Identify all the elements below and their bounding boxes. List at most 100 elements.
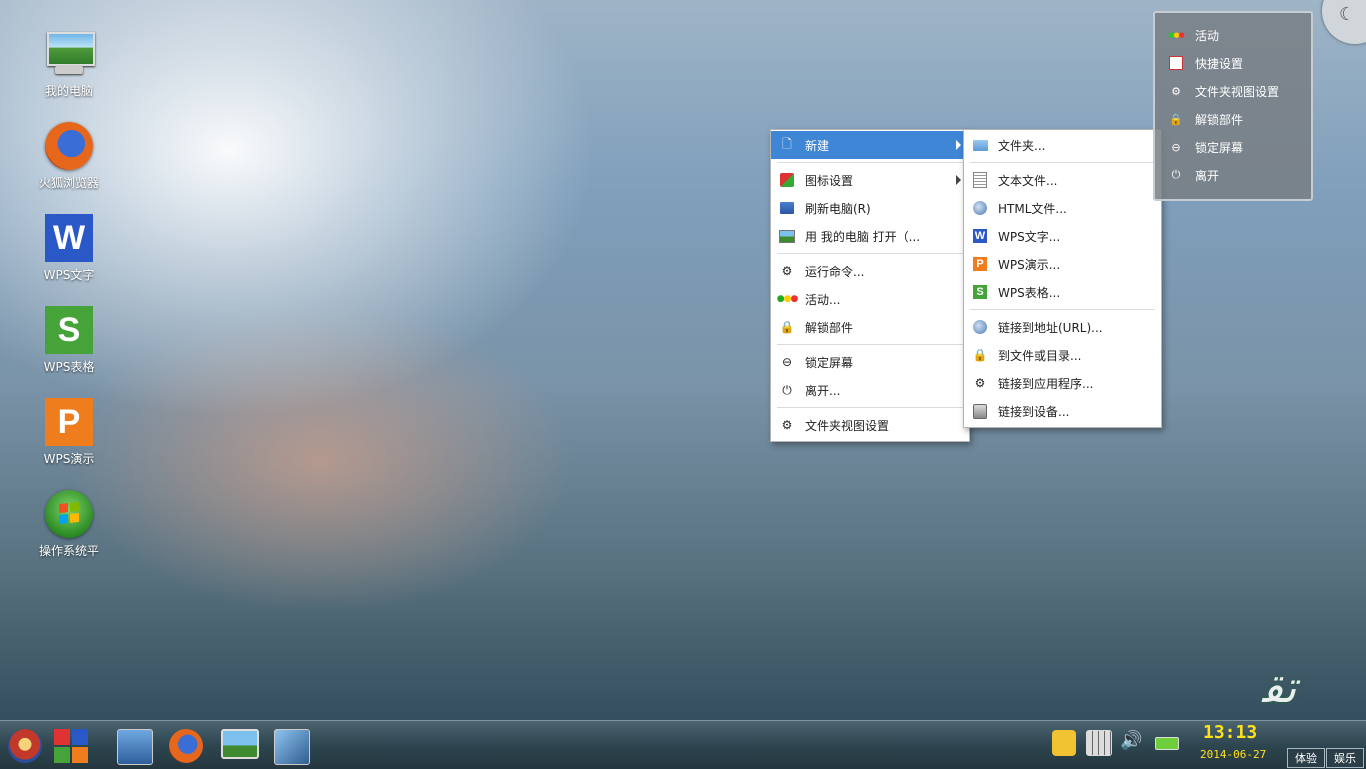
activity-dots-icon: ● ● ● — [776, 294, 799, 304]
submenu-item-folder[interactable]: 文件夹... — [964, 131, 1161, 159]
tray-lock-icon[interactable] — [1052, 730, 1076, 756]
computer-icon — [45, 30, 95, 78]
submenu-item-wps-presentation[interactable]: P WPS演示... — [964, 250, 1161, 278]
submenu-item-label: HTML文件... — [998, 201, 1067, 216]
menu-item-folder-view-settings[interactable]: ⚙ 文件夹视图设置 — [771, 411, 969, 439]
monitor-icon — [779, 228, 795, 244]
toolbox-corner-button[interactable]: ☾ — [1322, 0, 1366, 44]
panel-item-leave[interactable]: ⏻ 离开 — [1169, 161, 1311, 189]
panel-item-label: 快捷设置 — [1195, 56, 1244, 71]
folder-icon — [972, 137, 988, 153]
menu-item-label: 离开... — [805, 383, 841, 398]
panel-item-quick-settings[interactable]: 快捷设置 — [1169, 49, 1311, 77]
lock-icon: 🔒 — [1169, 112, 1183, 126]
menu-item-new[interactable]: 🗋 新建 — [771, 131, 969, 159]
panel-item-label: 锁定屏幕 — [1195, 140, 1244, 155]
menu-separator — [970, 162, 1155, 163]
submenu-item-html-file[interactable]: HTML文件... — [964, 194, 1161, 222]
menu-item-icon-settings[interactable]: 图标设置 — [771, 166, 969, 194]
firefox-icon — [45, 122, 93, 170]
submenu-arrow-icon — [956, 175, 961, 185]
menu-item-open-with[interactable]: 用 我的电脑 打开（... — [771, 222, 969, 250]
desktop-icon-my-computer[interactable]: 我的电脑 — [34, 30, 104, 99]
menu-item-activities[interactable]: ● ● ● 活动... — [771, 285, 969, 313]
desktop-icon-wps-spreadsheet[interactable]: S WPS表格 — [34, 306, 104, 375]
tray-volume-icon[interactable]: 🔊 — [1120, 730, 1144, 754]
cashew-icon: ☾ — [1339, 4, 1356, 25]
menu-item-lock-screen[interactable]: ⊖ 锁定屏幕 — [771, 348, 969, 376]
desktop-icon-label: 操作系统平 — [38, 544, 99, 558]
wps-writer-icon: W — [45, 214, 93, 262]
submenu-item-wps-spreadsheet[interactable]: S WPS表格... — [964, 278, 1161, 306]
icon-settings-icon — [779, 172, 795, 188]
globe-icon — [972, 200, 988, 216]
menu-item-label: 刷新电脑(R) — [805, 201, 871, 216]
wps-writer-icon: W — [973, 229, 987, 243]
submenu-item-link-file[interactable]: 🔒 到文件或目录... — [964, 341, 1161, 369]
gear-icon: ⚙ — [1171, 84, 1181, 98]
quick-settings-icon — [1169, 56, 1183, 70]
taskbar-date: 2014-06-27 — [1200, 748, 1267, 761]
menu-item-label: 用 我的电脑 打开（... — [805, 229, 921, 244]
start-menu-button[interactable] — [8, 729, 42, 763]
experience-button[interactable]: 体验 — [1287, 748, 1325, 768]
taskbar-app-firefox[interactable] — [169, 729, 203, 763]
submenu-item-link-url[interactable]: 链接到地址(URL)... — [964, 313, 1161, 341]
desktop-icon-wps-presentation[interactable]: P WPS演示 — [34, 398, 104, 467]
menu-item-run-command[interactable]: ⚙ 运行命令... — [771, 257, 969, 285]
entertainment-button[interactable]: 娱乐 — [1326, 748, 1364, 768]
text-file-icon — [972, 172, 988, 188]
menu-item-refresh[interactable]: 刷新电脑(R) — [771, 194, 969, 222]
wps-presentation-icon: P — [972, 256, 988, 272]
panel-item-label: 离开 — [1195, 168, 1220, 183]
tray-battery-icon[interactable] — [1155, 737, 1179, 750]
desktop-icon-firefox[interactable]: 火狐浏览器 — [34, 122, 104, 191]
desktop-toolbox-panel: ● ● ● 活动 快捷设置 ⚙ 文件夹视图设置 🔒 解锁部件 ⊖ 锁定屏幕 ⏻ 离开 — [1153, 11, 1313, 201]
gear-icon: ⚙ — [974, 376, 986, 390]
gear-icon: ⚙ — [781, 418, 793, 432]
panel-item-folder-view-settings[interactable]: ⚙ 文件夹视图设置 — [1169, 77, 1311, 105]
submenu-item-link-app[interactable]: ⚙ 链接到应用程序... — [964, 369, 1161, 397]
submenu-item-wps-writer[interactable]: W WPS文字... — [964, 222, 1161, 250]
menu-item-label: 活动... — [805, 292, 841, 307]
submenu-item-label: WPS演示... — [998, 257, 1061, 272]
wps-spreadsheet-icon — [54, 747, 70, 763]
tray-keyboard-icon[interactable] — [1086, 730, 1112, 756]
menu-item-unlock-widgets[interactable]: 🔒 解锁部件 — [771, 313, 969, 341]
drive-icon — [972, 403, 988, 419]
menu-item-label: 锁定屏幕 — [805, 355, 854, 370]
globe-icon — [972, 319, 988, 335]
desktop-icon-label: WPS演示 — [43, 452, 95, 466]
wps-quick-launch[interactable] — [54, 729, 88, 763]
submenu-item-label: 链接到地址(URL)... — [998, 320, 1103, 335]
menu-item-leave[interactable]: ⏻ 离开... — [771, 376, 969, 404]
desktop-icon-label: WPS文字 — [43, 268, 95, 282]
wps-close-icon — [54, 729, 70, 745]
lock-icon: 🔒 — [779, 320, 795, 334]
taskbar-app-screenshot[interactable] — [274, 729, 310, 765]
windows-logo-icon — [45, 490, 93, 538]
panel-item-unlock-widgets[interactable]: 🔒 解锁部件 — [1169, 105, 1311, 133]
wps-presentation-icon — [72, 747, 88, 763]
panel-item-lock-screen[interactable]: ⊖ 锁定屏幕 — [1169, 133, 1311, 161]
desktop-icon-label: 我的电脑 — [44, 84, 93, 98]
wps-presentation-icon: P — [45, 398, 93, 446]
taskbar-clock[interactable]: 13:13 — [1203, 722, 1257, 743]
submenu-item-label: 链接到设备... — [998, 404, 1070, 419]
menu-separator — [777, 344, 963, 345]
submenu-item-label: 文本文件... — [998, 173, 1058, 188]
submenu-item-link-device[interactable]: 链接到设备... — [964, 397, 1161, 425]
submenu-item-label: 链接到应用程序... — [998, 376, 1094, 391]
menu-separator — [777, 407, 963, 408]
lock-icon: 🔒 — [972, 348, 988, 362]
menu-item-label: 新建 — [805, 138, 830, 153]
panel-item-label: 解锁部件 — [1195, 112, 1244, 127]
submenu-item-text-file[interactable]: 文本文件... — [964, 166, 1161, 194]
submenu-item-label: WPS表格... — [998, 285, 1061, 300]
taskbar-app-my-computer[interactable] — [221, 729, 259, 759]
desktop-icon-os-platform[interactable]: 操作系统平 — [34, 490, 104, 559]
panel-item-activities[interactable]: ● ● ● 活动 — [1168, 21, 1311, 49]
wps-spreadsheet-icon: S — [972, 284, 988, 300]
taskbar-app-show-desktop[interactable] — [117, 729, 153, 765]
desktop-icon-wps-writer[interactable]: W WPS文字 — [34, 214, 104, 283]
